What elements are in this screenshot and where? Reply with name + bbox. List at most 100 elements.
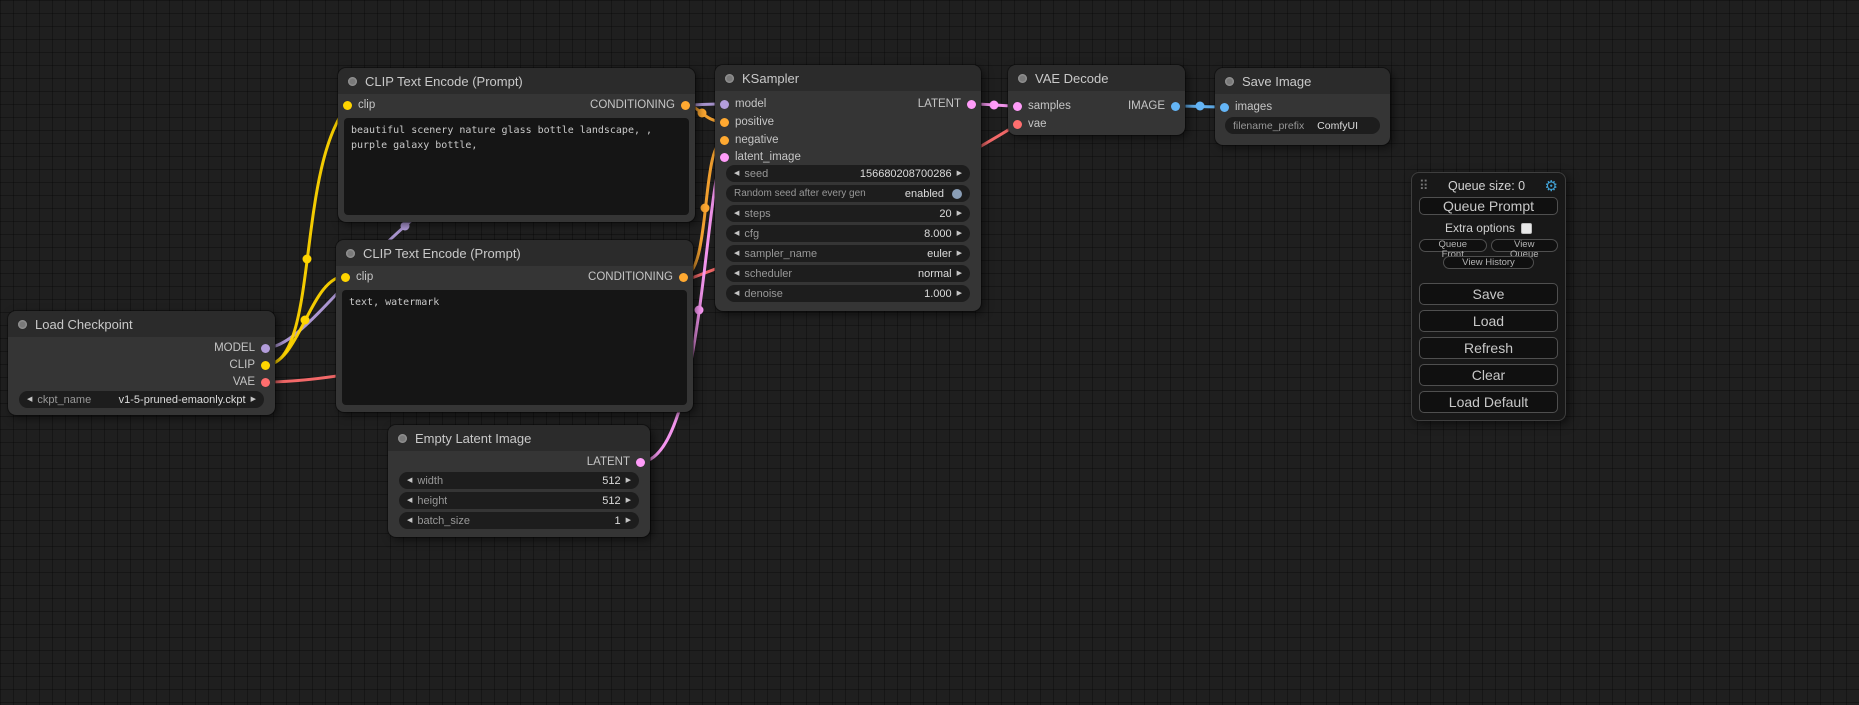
extra-options-checkbox[interactable] (1521, 223, 1532, 234)
collapse-dot-icon[interactable] (346, 249, 355, 258)
collapse-dot-icon[interactable] (348, 77, 357, 86)
input-slot-negative[interactable]: negative (720, 132, 778, 148)
node-load-checkpoint[interactable]: Load Checkpoint MODEL CLIP VAE ◀ ckpt_na… (8, 311, 275, 415)
collapse-dot-icon[interactable] (1018, 74, 1027, 83)
input-slot-clip[interactable]: clip (341, 269, 373, 285)
view-queue-button[interactable]: View Queue (1491, 239, 1559, 252)
slot-dot-model[interactable] (261, 344, 270, 353)
decrement-icon[interactable]: ◀ (407, 477, 412, 484)
output-slot-conditioning[interactable]: CONDITIONING (590, 97, 690, 113)
view-history-button[interactable]: View History (1443, 256, 1535, 269)
queue-front-button[interactable]: Queue Front (1419, 239, 1487, 252)
slot-dot-latent[interactable] (720, 153, 729, 162)
decrement-icon[interactable]: ◀ (734, 170, 739, 177)
widget-ckpt-name[interactable]: ◀ ckpt_name v1-5-pruned-emaonly.ckpt ▶ (19, 391, 264, 408)
load-default-button[interactable]: Load Default (1419, 391, 1558, 413)
decrement-icon[interactable]: ◀ (734, 210, 739, 217)
output-slot-image[interactable]: IMAGE (1128, 98, 1180, 114)
node-ksampler[interactable]: KSampler model positive negative latent_… (715, 65, 981, 311)
slot-dot-model[interactable] (720, 100, 729, 109)
node-clip-text-encode-negative[interactable]: CLIP Text Encode (Prompt) clip CONDITION… (336, 240, 693, 412)
widget-sampler-name[interactable]: ◀ sampler_name euler ▶ (726, 245, 970, 262)
node-graph-canvas[interactable]: Load Checkpoint MODEL CLIP VAE ◀ ckpt_na… (0, 0, 1859, 705)
slot-dot-latent[interactable] (636, 458, 645, 467)
widget-seed[interactable]: ◀ seed 156680208700286 ▶ (726, 165, 970, 182)
widget-cfg[interactable]: ◀ cfg 8.000 ▶ (726, 225, 970, 242)
node-empty-latent-image[interactable]: Empty Latent Image LATENT ◀ width 512 ▶ … (388, 425, 650, 537)
decrement-icon[interactable]: ◀ (734, 290, 739, 297)
slot-dot-vae[interactable] (261, 378, 270, 387)
input-slot-latent-image[interactable]: latent_image (720, 149, 801, 165)
decrement-icon[interactable]: ◀ (407, 517, 412, 524)
increment-icon[interactable]: ▶ (957, 170, 962, 177)
output-slot-latent[interactable]: LATENT (918, 96, 976, 112)
input-slot-model[interactable]: model (720, 96, 766, 112)
slot-dot-clip[interactable] (341, 273, 350, 282)
widget-steps[interactable]: ◀ steps 20 ▶ (726, 205, 970, 222)
refresh-button[interactable]: Refresh (1419, 337, 1558, 359)
prompt-textarea[interactable]: beautiful scenery nature glass bottle la… (344, 118, 689, 215)
save-button[interactable]: Save (1419, 283, 1558, 305)
output-slot-model[interactable]: MODEL (214, 340, 270, 356)
widget-random-seed-toggle[interactable]: Random seed after every gen enabled (726, 185, 970, 202)
node-save-image[interactable]: Save Image images filename_prefix ComfyU… (1215, 68, 1390, 145)
node-title-bar[interactable]: Load Checkpoint (8, 311, 275, 337)
widget-width[interactable]: ◀ width 512 ▶ (399, 472, 639, 489)
collapse-dot-icon[interactable] (725, 74, 734, 83)
slot-dot-latent[interactable] (1013, 102, 1022, 111)
prompt-textarea[interactable]: text, watermark (342, 290, 687, 405)
widget-height[interactable]: ◀ height 512 ▶ (399, 492, 639, 509)
output-slot-latent[interactable]: LATENT (587, 454, 645, 470)
toggle-dot[interactable] (952, 189, 962, 199)
drag-handle-icon[interactable]: ⠿ (1419, 178, 1429, 194)
collapse-dot-icon[interactable] (18, 320, 27, 329)
slot-dot-conditioning[interactable] (720, 118, 729, 127)
increment-icon[interactable]: ▶ (957, 230, 962, 237)
input-slot-clip[interactable]: clip (343, 97, 375, 113)
input-slot-positive[interactable]: positive (720, 114, 774, 130)
increment-icon[interactable]: ▶ (957, 290, 962, 297)
load-button[interactable]: Load (1419, 310, 1558, 332)
node-title-bar[interactable]: Save Image (1215, 68, 1390, 94)
slot-dot-latent[interactable] (967, 100, 976, 109)
input-slot-images[interactable]: images (1220, 99, 1272, 115)
widget-batch-size[interactable]: ◀ batch_size 1 ▶ (399, 512, 639, 529)
output-slot-conditioning[interactable]: CONDITIONING (588, 269, 688, 285)
slot-dot-conditioning[interactable] (681, 101, 690, 110)
output-slot-vae[interactable]: VAE (233, 374, 270, 390)
increment-icon[interactable]: ▶ (626, 497, 631, 504)
decrement-icon[interactable]: ◀ (407, 497, 412, 504)
queue-prompt-button[interactable]: Queue Prompt (1419, 197, 1558, 215)
node-title-bar[interactable]: CLIP Text Encode (Prompt) (336, 240, 693, 266)
node-clip-text-encode-positive[interactable]: CLIP Text Encode (Prompt) clip CONDITION… (338, 68, 695, 222)
widget-filename-prefix[interactable]: filename_prefix ComfyUI (1225, 117, 1380, 134)
decrement-icon[interactable]: ◀ (734, 250, 739, 257)
slot-dot-clip[interactable] (261, 361, 270, 370)
collapse-dot-icon[interactable] (398, 434, 407, 443)
increment-icon[interactable]: ▶ (626, 517, 631, 524)
decrement-icon[interactable]: ◀ (734, 230, 739, 237)
settings-gear-icon[interactable]: ⚙ (1545, 177, 1558, 195)
collapse-dot-icon[interactable] (1225, 77, 1234, 86)
node-title-bar[interactable]: CLIP Text Encode (Prompt) (338, 68, 695, 94)
output-slot-clip[interactable]: CLIP (229, 357, 270, 373)
widget-scheduler[interactable]: ◀ scheduler normal ▶ (726, 265, 970, 282)
slot-dot-image[interactable] (1171, 102, 1180, 111)
slot-dot-clip[interactable] (343, 101, 352, 110)
increment-icon[interactable]: ▶ (957, 270, 962, 277)
input-slot-samples[interactable]: samples (1013, 98, 1071, 114)
slot-dot-image[interactable] (1220, 103, 1229, 112)
increment-icon[interactable]: ▶ (957, 250, 962, 257)
slot-dot-conditioning[interactable] (679, 273, 688, 282)
slot-dot-conditioning[interactable] (720, 136, 729, 145)
decrement-icon[interactable]: ◀ (27, 396, 32, 403)
increment-icon[interactable]: ▶ (957, 210, 962, 217)
node-title-bar[interactable]: VAE Decode (1008, 65, 1185, 91)
widget-denoise[interactable]: ◀ denoise 1.000 ▶ (726, 285, 970, 302)
decrement-icon[interactable]: ◀ (734, 270, 739, 277)
clear-button[interactable]: Clear (1419, 364, 1558, 386)
node-title-bar[interactable]: Empty Latent Image (388, 425, 650, 451)
increment-icon[interactable]: ▶ (626, 477, 631, 484)
input-slot-vae[interactable]: vae (1013, 116, 1047, 132)
increment-icon[interactable]: ▶ (251, 396, 256, 403)
